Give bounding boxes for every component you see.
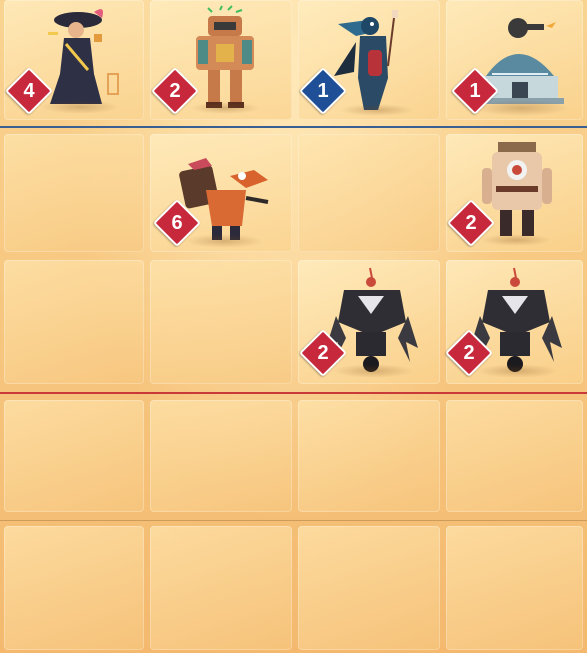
copper-robot-icon xyxy=(196,5,254,108)
unit-shadow xyxy=(476,364,558,378)
badge-count: 4 xyxy=(23,80,35,102)
divider-blue xyxy=(0,126,587,128)
tile-r5-c3[interactable] xyxy=(298,526,440,650)
badge-count: 2 xyxy=(463,342,475,364)
tile-r4-c3[interactable] xyxy=(298,400,440,512)
game-board: 4 2 1 1 6 2 2 2 xyxy=(0,0,587,653)
tile-r4-c1[interactable] xyxy=(4,400,144,512)
tile-r4-c2[interactable] xyxy=(150,400,292,512)
tile-r2-c1[interactable] xyxy=(4,134,144,252)
tile-r5-c1[interactable] xyxy=(4,526,144,650)
tile-r5-c2[interactable] xyxy=(150,526,292,650)
unit-shadow xyxy=(190,102,260,114)
tile-r2-c3[interactable] xyxy=(298,134,440,252)
badge-count: 6 xyxy=(171,212,183,234)
badge-count: 1 xyxy=(317,80,329,102)
unit-shadow xyxy=(480,234,552,246)
unit-raven-mage[interactable] xyxy=(328,6,428,118)
tile-r3-c1[interactable] xyxy=(4,260,144,384)
divider-red xyxy=(0,392,587,394)
raven-mage-icon xyxy=(334,10,398,110)
tile-r5-c4[interactable] xyxy=(446,526,583,650)
unit-shadow xyxy=(40,100,120,114)
badge-count: 2 xyxy=(465,212,477,234)
divider-faint xyxy=(0,520,587,521)
tile-r4-c4[interactable] xyxy=(446,400,583,512)
unit-shadow xyxy=(332,364,414,378)
badge-count: 2 xyxy=(169,80,181,102)
unit-shadow xyxy=(340,104,414,116)
unit-copper-robot[interactable] xyxy=(180,4,270,116)
badge-count: 2 xyxy=(317,342,329,364)
unit-shadow xyxy=(184,234,264,248)
tile-r3-c2[interactable] xyxy=(150,260,292,384)
badge-count: 1 xyxy=(469,80,481,102)
